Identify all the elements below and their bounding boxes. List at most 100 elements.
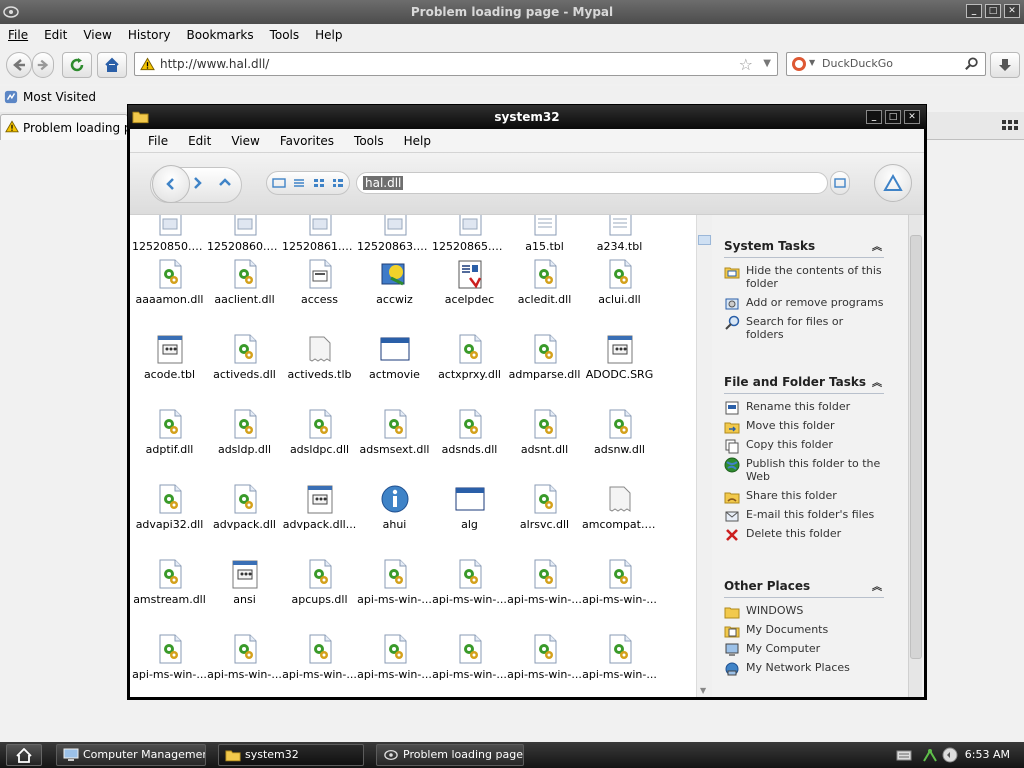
explorer-maximize-button[interactable]: □ — [885, 110, 901, 124]
file-folder-tasks-header[interactable]: File and Folder Tasks ︽ — [724, 371, 884, 394]
url-dropdown-icon[interactable]: ▼ — [763, 58, 771, 69]
scrollbar-thumb[interactable] — [698, 235, 711, 245]
bookmark-most-visited[interactable]: Most Visited — [4, 90, 96, 104]
file-item[interactable]: acode.tbl — [132, 333, 207, 381]
address-field[interactable]: hal.dll — [356, 172, 828, 194]
file-item[interactable]: ADODC.SRG — [582, 333, 657, 381]
url-bar[interactable]: http://www.hal.dll/ ☆ ▼ — [134, 52, 778, 76]
folders-view-icon[interactable] — [272, 177, 286, 189]
icons-view-icon[interactable] — [312, 177, 326, 189]
file-item[interactable]: api-ms-win-... — [582, 633, 657, 681]
task-link[interactable]: Search for files or folders — [724, 315, 884, 341]
file-item[interactable]: access — [282, 258, 357, 306]
file-item[interactable]: api-ms-win-... — [357, 558, 432, 606]
collapse-chevron-icon[interactable]: ︽ — [872, 238, 882, 253]
collapse-chevron-icon[interactable]: ︽ — [872, 374, 882, 389]
start-button[interactable] — [6, 744, 42, 766]
file-item[interactable]: actxprxy.dll — [432, 333, 507, 381]
file-item[interactable]: amstream.dll — [132, 558, 207, 606]
file-item[interactable]: acelpdec — [432, 258, 507, 306]
file-item[interactable]: api-ms-win-... — [507, 558, 582, 606]
explorer-up-level-button[interactable] — [874, 164, 912, 202]
search-icon[interactable] — [965, 57, 979, 71]
clock[interactable]: 6:53 AM — [965, 748, 1010, 761]
file-item[interactable]: alg — [432, 483, 507, 531]
menu-bookmarks[interactable]: Bookmarks — [187, 28, 254, 42]
file-item[interactable]: adsnds.dll — [432, 408, 507, 456]
explorer-menu-favorites[interactable]: Favorites — [280, 134, 334, 148]
list-view-icon[interactable] — [331, 177, 345, 189]
task-link[interactable]: My Network Places — [724, 661, 884, 676]
file-item[interactable]: api-ms-win-... — [432, 558, 507, 606]
explorer-menu-edit[interactable]: Edit — [188, 134, 211, 148]
network-tray-icon[interactable] — [922, 747, 938, 763]
explorer-forward-button[interactable] — [190, 176, 204, 193]
collapse-chevron-icon[interactable]: ︽ — [872, 578, 882, 593]
maximize-button[interactable]: □ — [985, 4, 1001, 18]
file-item[interactable]: alrsvc.dll — [507, 483, 582, 531]
forward-button[interactable] — [32, 52, 54, 78]
tab-problem-loading[interactable]: Problem loading page — [0, 114, 128, 140]
back-button[interactable] — [6, 52, 32, 78]
task-link[interactable]: WINDOWS — [724, 604, 884, 619]
reload-button[interactable] — [62, 52, 92, 78]
menu-tools[interactable]: Tools — [270, 28, 300, 42]
file-item[interactable]: aclui.dll — [582, 258, 657, 306]
file-item[interactable]: api-ms-win-... — [432, 633, 507, 681]
task-link[interactable]: Hide the contents of this folder — [724, 264, 884, 290]
file-item[interactable]: actmovie — [357, 333, 432, 381]
task-pane-scrollbar[interactable] — [908, 215, 922, 697]
file-item[interactable]: api-ms-win-... — [207, 633, 282, 681]
menu-file[interactable]: File — [8, 28, 28, 42]
explorer-up-button[interactable] — [218, 176, 232, 193]
file-item[interactable]: adsldpc.dll — [282, 408, 357, 456]
task-link[interactable]: My Computer — [724, 642, 884, 656]
other-places-header[interactable]: Other Places ︽ — [724, 575, 884, 598]
explorer-menu-file[interactable]: File — [148, 134, 168, 148]
explorer-back-button[interactable] — [152, 165, 190, 203]
taskbar-item-computer-management[interactable]: Computer Management — [56, 744, 206, 766]
explorer-menu-tools[interactable]: Tools — [354, 134, 384, 148]
file-item[interactable]: advpack.dll... — [282, 483, 357, 531]
file-item[interactable]: aaclient.dll — [207, 258, 282, 306]
task-link[interactable]: Add or remove programs — [724, 296, 884, 310]
file-item[interactable]: adsnt.dll — [507, 408, 582, 456]
minimize-button[interactable]: _ — [966, 4, 982, 18]
file-item[interactable]: a15.tbl — [507, 215, 582, 253]
file-item[interactable]: activeds.dll — [207, 333, 282, 381]
file-item[interactable]: aaaamon.dll — [132, 258, 207, 306]
file-list-scrollbar[interactable]: ▼ — [696, 215, 712, 697]
file-item[interactable]: 12520865.CPX — [432, 215, 507, 253]
task-link[interactable]: Delete this folder — [724, 527, 884, 541]
task-link[interactable]: Share this folder — [724, 489, 884, 504]
file-item[interactable]: api-ms-win-... — [357, 633, 432, 681]
file-item[interactable]: api-ms-win-... — [507, 633, 582, 681]
system-tasks-header[interactable]: System Tasks ︽ — [724, 235, 884, 258]
menu-help[interactable]: Help — [315, 28, 342, 42]
file-item[interactable]: adptif.dll — [132, 408, 207, 456]
file-item[interactable]: api-ms-win-... — [582, 558, 657, 606]
details-view-icon[interactable] — [292, 177, 306, 189]
file-item[interactable]: ansi — [207, 558, 282, 606]
task-link[interactable]: Rename this folder — [724, 400, 884, 415]
task-link[interactable]: E-mail this folder's files — [724, 508, 884, 522]
search-engine-dropdown-icon[interactable]: ▼ — [809, 58, 815, 67]
menu-history[interactable]: History — [128, 28, 171, 42]
file-item[interactable]: accwiz — [357, 258, 432, 306]
task-link[interactable]: Publish this folder to the Web — [724, 457, 884, 483]
taskbar-item-system32[interactable]: system32 — [218, 744, 364, 766]
taskbar-item-browser[interactable]: Problem loading page... — [376, 744, 524, 766]
explorer-close-button[interactable]: ✕ — [904, 110, 920, 124]
task-link[interactable]: Move this folder — [724, 419, 884, 434]
task-pane-scroll-thumb[interactable] — [910, 235, 922, 659]
file-item[interactable]: apcups.dll — [282, 558, 357, 606]
menu-view[interactable]: View — [83, 28, 111, 42]
bookmark-star-icon[interactable]: ☆ — [739, 55, 753, 74]
file-item[interactable]: api-ms-win-... — [282, 633, 357, 681]
task-link[interactable]: My Documents — [724, 623, 884, 638]
home-button[interactable] — [97, 52, 127, 78]
task-link[interactable]: Copy this folder — [724, 438, 884, 454]
file-item[interactable]: amcompat.tlb — [582, 483, 657, 531]
file-item[interactable]: 12520863.CPX — [357, 215, 432, 253]
file-item[interactable]: advpack.dll — [207, 483, 282, 531]
